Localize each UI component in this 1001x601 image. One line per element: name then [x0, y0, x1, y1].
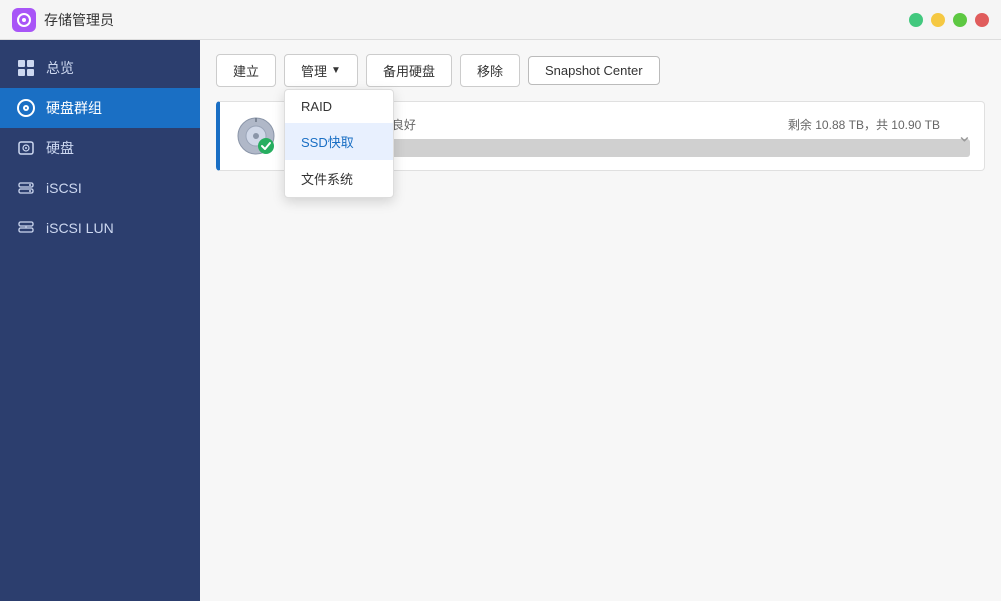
sidebar-item-disk-group-label: 硬盘群组 — [46, 98, 102, 118]
sidebar-item-overview[interactable]: 总览 — [0, 48, 200, 88]
sidebar-item-iscsi-lun-label: iSCSI LUN — [46, 220, 114, 236]
minimize-button[interactable] — [931, 13, 945, 27]
manage-label: 管理 — [301, 61, 327, 80]
dropdown-item-ssd-cache[interactable]: SSD快取 — [285, 123, 393, 160]
sidebar-item-disk[interactable]: 硬盘 — [0, 128, 200, 168]
sidebar-item-iscsi-label: iSCSI — [46, 180, 82, 196]
main-layout: 总览 硬盘群组 硬盘 — [0, 40, 1001, 601]
dropdown-item-filesystem[interactable]: 文件系统 — [285, 160, 393, 197]
disk-group-icon — [16, 98, 36, 118]
spare-disk-button[interactable]: 备用硬盘 — [366, 54, 452, 87]
remove-button[interactable]: 移除 — [460, 54, 520, 87]
iscsi-lun-icon — [16, 218, 36, 238]
app-icon — [12, 8, 36, 32]
volume-disk-icon — [234, 114, 278, 158]
sidebar-item-iscsi-lun[interactable]: iSCSI LUN — [0, 208, 200, 248]
sidebar-item-disk-group[interactable]: 硬盘群组 — [0, 88, 200, 128]
manage-button[interactable]: 管理 ▼ — [284, 54, 358, 87]
chevron-down-icon: ▼ — [331, 65, 341, 76]
create-button[interactable]: 建立 — [216, 54, 276, 87]
maximize-button[interactable] — [953, 13, 967, 27]
sidebar-item-disk-label: 硬盘 — [46, 138, 74, 158]
titlebar: 存储管理员 — [0, 0, 1001, 40]
content-area: 建立 管理 ▼ RAID SSD快取 文件系统 备用硬盘 移除 Snapshot… — [200, 40, 1001, 601]
manage-dropdown: 管理 ▼ RAID SSD快取 文件系统 — [284, 54, 358, 87]
toolbar: 建立 管理 ▼ RAID SSD快取 文件系统 备用硬盘 移除 Snapshot… — [200, 40, 1001, 101]
close-button[interactable] — [975, 13, 989, 27]
dropdown-item-raid[interactable]: RAID — [285, 90, 393, 123]
snapshot-center-button[interactable]: Snapshot Center — [528, 56, 660, 85]
sidebar: 总览 硬盘群组 硬盘 — [0, 40, 200, 601]
disk-icon — [16, 138, 36, 158]
app-title: 存储管理员 — [44, 10, 114, 30]
manage-dropdown-menu: RAID SSD快取 文件系统 — [284, 89, 394, 198]
sidebar-item-overview-label: 总览 — [46, 58, 74, 78]
chevron-down-icon[interactable]: ⌄ — [957, 126, 972, 147]
window-controls — [909, 13, 989, 27]
extra-btn[interactable] — [909, 13, 923, 27]
iscsi-icon — [16, 178, 36, 198]
volume-storage: 剩余 10.88 TB，共 10.90 TB — [788, 116, 970, 133]
grid-icon — [16, 58, 36, 78]
sidebar-item-iscsi[interactable]: iSCSI — [0, 168, 200, 208]
